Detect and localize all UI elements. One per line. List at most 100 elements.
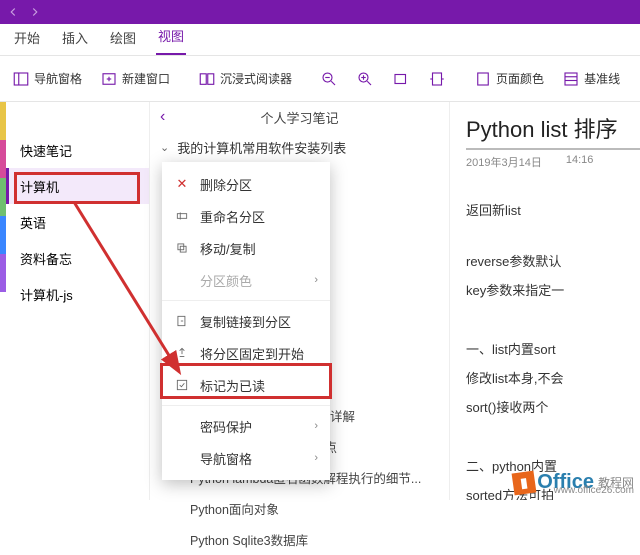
ctx-password[interactable]: 密码保护 › — [162, 410, 330, 442]
sidebar-label: 计算机-js — [20, 285, 73, 304]
page-color-label: 页面颜色 — [496, 70, 544, 87]
immersive-label: 沉浸式阅读器 — [220, 70, 292, 87]
page-width-button[interactable] — [422, 66, 452, 92]
zoom-100-icon — [392, 70, 410, 88]
title-underline — [466, 148, 640, 150]
sidebar-label: 英语 — [20, 213, 46, 232]
rule-lines-button[interactable]: 基准线 — [556, 66, 626, 92]
tree-back-icon[interactable]: ‹ — [160, 108, 165, 126]
ctx-separator — [162, 300, 330, 301]
move-icon — [174, 240, 190, 256]
page-paragraph[interactable]: 一、list内置sort — [466, 339, 640, 358]
page-paragraph[interactable]: 修改list本身,不会 — [466, 368, 640, 387]
tree-page-item[interactable]: Python面向对象 — [150, 493, 449, 524]
ctx-color[interactable]: 分区颜色 › — [162, 264, 330, 296]
zoom-in-icon — [356, 70, 374, 88]
page-color-icon — [474, 70, 492, 88]
ctx-label: 删除分区 — [200, 175, 252, 194]
page-content: Python list 排序 2019年3月14日 14:16 返回新list … — [450, 102, 640, 500]
ctx-pin[interactable]: 将分区固定到开始 — [162, 337, 330, 369]
rule-lines-icon — [562, 70, 580, 88]
section-sidebar: 快速笔记 计算机 英语 资料备忘 计算机-js — [6, 102, 150, 500]
ctx-navpane[interactable]: 导航窗格 › — [162, 442, 330, 474]
forward-arrow-icon[interactable] — [28, 5, 42, 19]
sidebar-item-english[interactable]: 英语 — [6, 204, 149, 240]
new-window-button[interactable]: 新建窗口 — [94, 66, 176, 92]
notebook-title: 个人学习笔记 — [260, 108, 338, 127]
ctx-label: 分区颜色 — [200, 271, 252, 290]
nav-pane-icon — [12, 70, 30, 88]
ctx-label: 导航窗格 — [200, 449, 252, 468]
ctx-label: 复制链接到分区 — [200, 312, 291, 331]
sidebar-item-computer[interactable]: 计算机 — [6, 168, 149, 204]
chevron-right-icon: › — [314, 452, 318, 464]
tab-start[interactable]: 开始 — [12, 22, 42, 55]
rule-lines-label: 基准线 — [584, 70, 620, 87]
page-time: 14:16 — [566, 154, 594, 170]
delete-button[interactable]: 已删 — [632, 66, 640, 92]
immersive-icon — [198, 70, 216, 88]
sidebar-label: 资料备忘 — [20, 249, 72, 268]
ctx-copylink[interactable]: 复制链接到分区 — [162, 305, 330, 337]
ctx-label: 重命名分区 — [200, 207, 265, 226]
new-window-label: 新建窗口 — [122, 70, 170, 87]
sidebar-spacer — [6, 102, 149, 132]
ctx-markread[interactable]: 标记为已读 — [162, 369, 330, 401]
ribbon: 导航窗格 新建窗口 沉浸式阅读器 页面颜色 基准线 已删 — [0, 56, 640, 102]
lock-icon — [174, 418, 190, 434]
link-icon — [174, 313, 190, 329]
immersive-reader-button[interactable]: 沉浸式阅读器 — [192, 66, 298, 92]
ctx-label: 将分区固定到开始 — [200, 344, 304, 363]
ctx-label: 移动/复制 — [200, 239, 256, 258]
nav-pane-label: 导航窗格 — [34, 70, 82, 87]
chevron-down-icon: ⌄ — [160, 141, 169, 154]
page-date: 2019年3月14日 — [466, 154, 542, 170]
sidebar-item-quicknotes[interactable]: 快速笔记 — [6, 132, 149, 168]
page-color-button[interactable]: 页面颜色 — [468, 66, 550, 92]
zoom-in-button[interactable] — [350, 66, 380, 92]
nav-pane-button[interactable]: 导航窗格 — [6, 66, 88, 92]
page-paragraph[interactable]: sort()接收两个 — [466, 397, 640, 416]
page-meta: 2019年3月14日 14:16 — [466, 154, 640, 170]
zoom-100-button[interactable] — [386, 66, 416, 92]
ctx-delete[interactable]: ✕ 删除分区 — [162, 168, 330, 200]
chevron-right-icon: › — [314, 420, 318, 432]
watermark: ▮ Office教程网 www.office26.com — [513, 471, 634, 494]
ctx-label: 密码保护 — [200, 417, 252, 436]
new-window-icon — [100, 70, 118, 88]
tree-root-label: 我的计算机常用软件安装列表 — [177, 138, 346, 157]
tab-draw[interactable]: 绘图 — [108, 22, 138, 55]
chevron-right-icon: › — [314, 274, 318, 286]
tab-view[interactable]: 视图 — [156, 20, 186, 55]
sidebar-label: 快速笔记 — [20, 141, 72, 160]
sidebar-item-computer-js[interactable]: 计算机-js — [6, 276, 149, 312]
tree-page-item[interactable]: Python Sqlite3数据库 — [150, 524, 449, 555]
ribbon-tabs: 开始 插入 绘图 视图 — [0, 24, 640, 56]
page-title[interactable]: Python list 排序 — [466, 112, 640, 144]
tree-section-root[interactable]: ⌄ 我的计算机常用软件安装列表 — [150, 132, 449, 163]
back-arrow-icon[interactable] — [6, 5, 20, 19]
checkmark-icon — [174, 377, 190, 393]
tree-header: ‹ 个人学习笔记 — [150, 102, 449, 132]
ctx-separator — [162, 405, 330, 406]
zoom-out-button[interactable] — [314, 66, 344, 92]
tab-insert[interactable]: 插入 — [60, 22, 90, 55]
zoom-out-icon — [320, 70, 338, 88]
ctx-rename[interactable]: 重命名分区 — [162, 200, 330, 232]
page-paragraph[interactable]: reverse参数默认 — [466, 251, 640, 270]
pin-icon — [174, 345, 190, 361]
title-bar — [0, 0, 640, 24]
delete-icon: ✕ — [174, 176, 190, 192]
page-width-icon — [428, 70, 446, 88]
sidebar-label: 计算机 — [20, 177, 59, 196]
sidebar-item-memo[interactable]: 资料备忘 — [6, 240, 149, 276]
page-paragraph[interactable]: key参数来指定一 — [466, 280, 640, 299]
context-menu: ✕ 删除分区 重命名分区 移动/复制 分区颜色 › 复制链接到分区 将分区固定到… — [162, 162, 330, 480]
navpane-icon — [174, 450, 190, 466]
rename-icon — [174, 208, 190, 224]
page-paragraph[interactable]: 返回新list — [466, 200, 640, 219]
watermark-logo-icon: ▮ — [512, 470, 537, 495]
watermark-domain: www.office26.com — [554, 485, 634, 496]
ctx-move[interactable]: 移动/复制 — [162, 232, 330, 264]
color-icon — [174, 272, 190, 288]
